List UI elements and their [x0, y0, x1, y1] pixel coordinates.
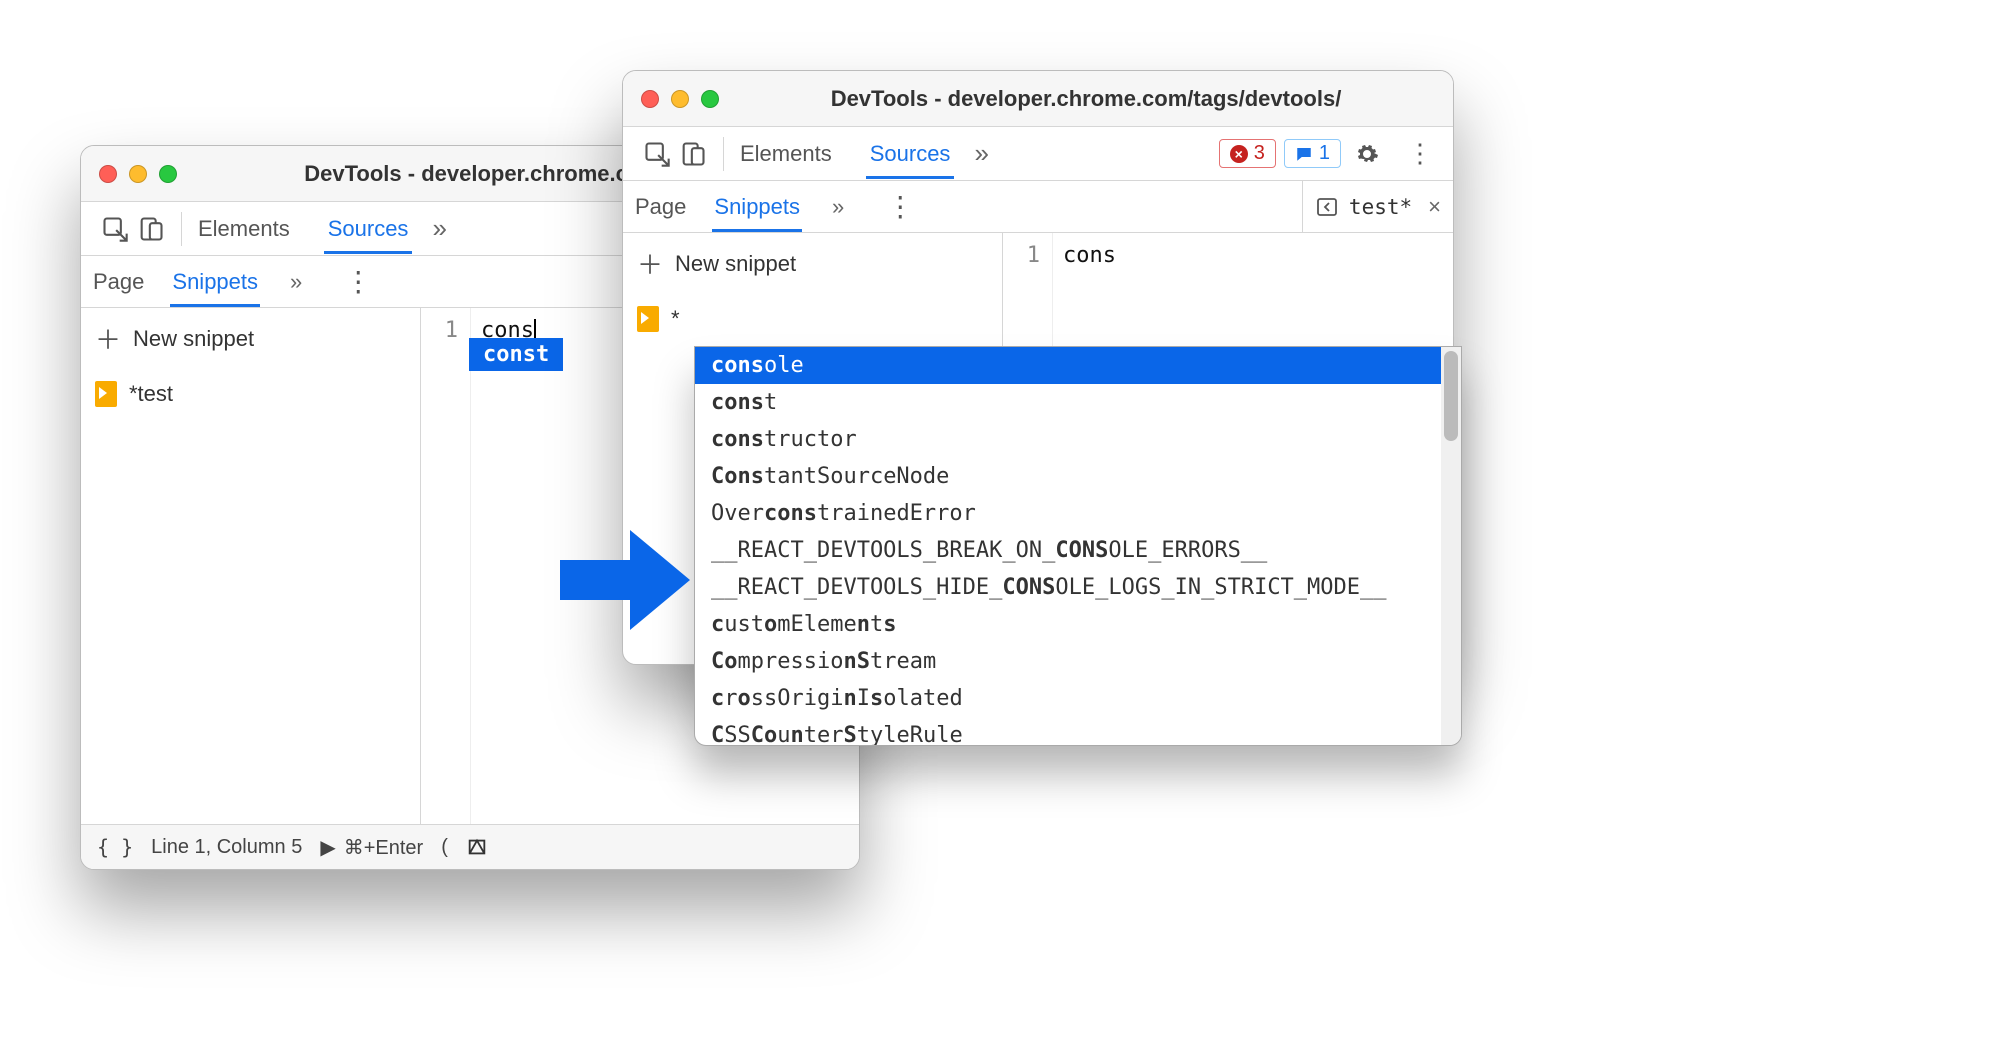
more-options-icon[interactable]: ⋮: [344, 265, 372, 298]
scrollbar-track[interactable]: [1441, 347, 1461, 745]
pretty-print-button[interactable]: { }: [97, 835, 133, 859]
braces-icon: { }: [97, 835, 133, 859]
sources-subtoolbar: Page Snippets » ⋮ test* ×: [623, 181, 1453, 233]
autocomplete-item[interactable]: constructor: [695, 421, 1441, 458]
snippet-file-row[interactable]: *: [623, 294, 1002, 344]
file-tab: test* ×: [1302, 181, 1453, 232]
snippet-file-label: *test: [129, 381, 173, 407]
code-content: cons const: [471, 308, 546, 824]
panel-tabs: Elements Sources: [194, 204, 412, 254]
more-subtabs-icon[interactable]: »: [290, 269, 302, 295]
close-window-icon[interactable]: [641, 90, 659, 108]
window-controls: [641, 90, 719, 108]
tab-sources[interactable]: Sources: [324, 204, 413, 254]
autocomplete-popup[interactable]: consoleconstconstructorConstantSourceNod…: [694, 346, 1462, 746]
new-snippet-button[interactable]: ＋ New snippet: [81, 308, 420, 369]
cursor-position: Line 1, Column 5: [151, 836, 302, 859]
autocomplete-popup-single[interactable]: const: [469, 338, 563, 371]
subtab-page[interactable]: Page: [91, 257, 146, 307]
separator: [723, 137, 724, 171]
autocomplete-item[interactable]: console: [695, 347, 1441, 384]
zoom-window-icon[interactable]: [159, 165, 177, 183]
play-icon: ▶: [320, 835, 335, 860]
tab-elements[interactable]: Elements: [194, 204, 294, 254]
autocomplete-list: consoleconstconstructorConstantSourceNod…: [695, 347, 1441, 745]
zoom-window-icon[interactable]: [701, 90, 719, 108]
more-subtabs-icon[interactable]: »: [832, 194, 844, 220]
device-toggle-icon[interactable]: [675, 136, 711, 172]
more-options-icon[interactable]: ⋮: [886, 190, 914, 223]
open-file-name[interactable]: test*: [1349, 195, 1412, 219]
settings-icon[interactable]: [1355, 142, 1389, 166]
close-file-icon[interactable]: ×: [1428, 194, 1441, 220]
snippet-file-icon: [637, 306, 659, 332]
issues-badge[interactable]: 1: [1284, 139, 1341, 168]
inspect-icon[interactable]: [97, 211, 133, 247]
autocomplete-item[interactable]: customElements: [695, 606, 1441, 643]
error-icon: ×: [1230, 145, 1248, 163]
autocomplete-item[interactable]: ConstantSourceNode: [695, 458, 1441, 495]
new-snippet-label: New snippet: [133, 326, 254, 352]
autocomplete-item[interactable]: const: [695, 384, 1441, 421]
error-count: 3: [1254, 142, 1265, 165]
close-window-icon[interactable]: [99, 165, 117, 183]
run-snippet-button[interactable]: ▶ ⌘+Enter: [320, 835, 423, 860]
titlebar: DevTools - developer.chrome.com/tags/dev…: [623, 71, 1453, 127]
subtab-snippets[interactable]: Snippets: [170, 257, 260, 307]
subtab-snippets[interactable]: Snippets: [712, 182, 802, 232]
more-menu-icon[interactable]: ⋮: [1403, 138, 1437, 169]
minimize-window-icon[interactable]: [129, 165, 147, 183]
line-number: 1: [421, 318, 458, 343]
snippet-file-icon: [95, 381, 117, 407]
error-badge[interactable]: × 3: [1219, 139, 1276, 168]
more-tabs-icon[interactable]: »: [974, 138, 988, 169]
new-snippet-label: New snippet: [675, 251, 796, 277]
inspect-icon[interactable]: [639, 136, 675, 172]
collapse-sidebar-icon[interactable]: [1315, 195, 1339, 219]
panel-tabs: Elements Sources: [736, 129, 954, 179]
more-tabs-icon[interactable]: »: [432, 213, 446, 244]
line-gutter: 1: [421, 308, 471, 824]
run-shortcut-label: ⌘+Enter: [344, 835, 423, 860]
autocomplete-item[interactable]: OverconstrainedError: [695, 495, 1441, 532]
window-title: DevTools - developer.chrome.com/tags/dev…: [737, 86, 1435, 112]
tab-elements[interactable]: Elements: [736, 129, 836, 179]
window-controls: [99, 165, 177, 183]
plus-icon: ＋: [95, 320, 121, 357]
scrollbar-thumb[interactable]: [1444, 351, 1458, 441]
devtools-toolbar: Elements Sources » × 3 1 ⋮: [623, 127, 1453, 181]
transition-arrow-icon: [560, 525, 690, 635]
device-toggle-icon[interactable]: [133, 211, 169, 247]
line-number: 1: [1003, 243, 1040, 268]
issues-count: 1: [1319, 142, 1330, 165]
autocomplete-item[interactable]: CompressionStream: [695, 643, 1441, 680]
snippet-file-row[interactable]: *test: [81, 369, 420, 419]
separator: [181, 212, 182, 246]
autocomplete-item[interactable]: crossOriginIsolated: [695, 680, 1441, 717]
snippet-nav: ＋ New snippet *test: [81, 308, 421, 824]
autocomplete-item[interactable]: CSSCounterStyleRule: [695, 717, 1441, 745]
message-icon: [1295, 145, 1313, 163]
snippet-file-label: *: [671, 306, 680, 332]
code-text: cons: [1063, 243, 1116, 268]
subtab-page[interactable]: Page: [633, 182, 688, 232]
autocomplete-item[interactable]: __REACT_DEVTOOLS_BREAK_ON_CONSOLE_ERRORS…: [695, 532, 1441, 569]
minimize-window-icon[interactable]: [671, 90, 689, 108]
autocomplete-item[interactable]: __REACT_DEVTOOLS_HIDE_CONSOLE_LOGS_IN_ST…: [695, 569, 1441, 606]
new-snippet-button[interactable]: ＋ New snippet: [623, 233, 1002, 294]
status-bar: { } Line 1, Column 5 ▶ ⌘+Enter (: [81, 824, 859, 869]
status-paren: (: [441, 836, 448, 859]
plus-icon: ＋: [637, 245, 663, 282]
tab-sources[interactable]: Sources: [866, 129, 955, 179]
step-over-icon[interactable]: [466, 836, 488, 858]
